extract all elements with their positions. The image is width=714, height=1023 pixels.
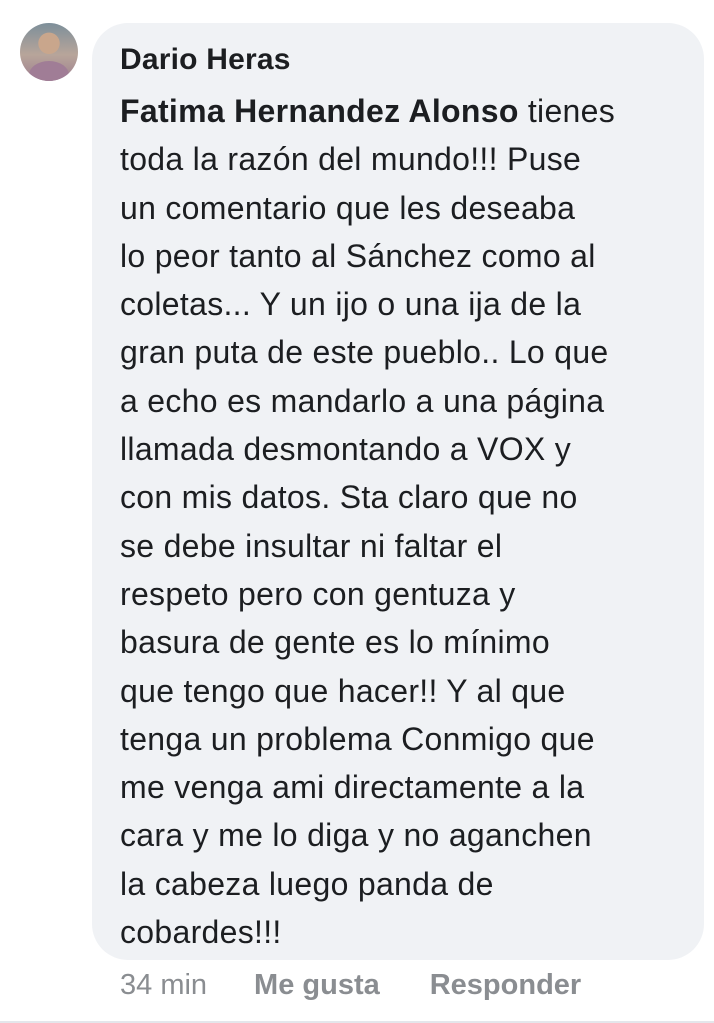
comment-timestamp[interactable]: 34 min bbox=[120, 969, 207, 1002]
comment-text-first-line: tienes bbox=[518, 93, 616, 129]
comment-text-body: toda la razón del mundo!!! Puse un comen… bbox=[120, 141, 609, 951]
mention-link[interactable]: Fatima Hernandez Alonso bbox=[120, 93, 519, 129]
comment-actions: 34 min Me gusta Responder bbox=[120, 965, 581, 1005]
comment-text: Fatima Hernandez Alonso tienes toda la r… bbox=[120, 87, 678, 956]
reply-button[interactable]: Responder bbox=[430, 969, 581, 1002]
comment-bubble: Dario Heras Fatima Hernandez Alonso tien… bbox=[92, 23, 704, 960]
comment: Dario Heras Fatima Hernandez Alonso tien… bbox=[0, 0, 714, 1023]
comment-author[interactable]: Dario Heras bbox=[120, 41, 678, 79]
author-avatar[interactable] bbox=[20, 23, 78, 81]
like-button[interactable]: Me gusta bbox=[254, 969, 380, 1002]
